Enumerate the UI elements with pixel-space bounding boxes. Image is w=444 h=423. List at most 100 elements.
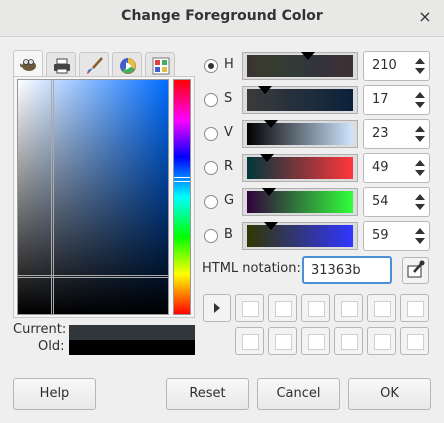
tab-scales-selector[interactable]: [145, 52, 175, 76]
add-to-history-button[interactable]: [203, 294, 231, 322]
spinbutton-s[interactable]: 17: [363, 85, 430, 115]
channel-label-g: G: [224, 193, 235, 208]
decrement-icon[interactable]: [415, 102, 425, 108]
increment-icon[interactable]: [415, 228, 425, 234]
history-swatch[interactable]: [268, 327, 297, 355]
history-swatch[interactable]: [268, 294, 297, 322]
tab-wheel-selector[interactable]: [112, 52, 142, 76]
crosshair-vertical-inner: [51, 80, 52, 314]
slider-g[interactable]: [242, 188, 358, 216]
spinbutton-value: 17: [372, 92, 389, 107]
current-color-swatch: [69, 325, 195, 340]
slider-h[interactable]: [242, 52, 358, 80]
decrement-icon[interactable]: [415, 170, 425, 176]
saturation-value-area[interactable]: [17, 79, 169, 315]
spinbutton-value: 210: [372, 58, 397, 73]
spinbutton-value: 23: [372, 126, 389, 141]
spinbutton-v[interactable]: 23: [363, 119, 430, 149]
spinbutton-g[interactable]: 54: [363, 187, 430, 217]
slider-marker[interactable]: [264, 120, 279, 128]
history-swatch[interactable]: [334, 327, 363, 355]
current-label: Current:: [13, 322, 67, 337]
slider-marker[interactable]: [264, 222, 279, 230]
history-swatch[interactable]: [301, 294, 330, 322]
radio-h[interactable]: [204, 59, 218, 73]
increment-icon[interactable]: [415, 92, 425, 98]
slider-gradient: [247, 55, 353, 77]
radio-b[interactable]: [204, 229, 218, 243]
spinbutton-value: 54: [372, 194, 389, 209]
hue-strip[interactable]: [173, 79, 191, 315]
slider-marker[interactable]: [260, 154, 275, 162]
slider-gradient: [247, 225, 353, 247]
radio-s[interactable]: [204, 93, 218, 107]
increment-icon[interactable]: [415, 126, 425, 132]
old-color-swatch: [69, 340, 195, 355]
history-swatch[interactable]: [301, 327, 330, 355]
history-swatch[interactable]: [400, 294, 429, 322]
sv-gradient: [18, 80, 168, 314]
reset-button[interactable]: Reset: [166, 378, 249, 410]
increment-icon[interactable]: [415, 58, 425, 64]
slider-marker[interactable]: [262, 188, 277, 196]
spin-arrows: [409, 188, 429, 216]
channel-label-r: R: [224, 159, 234, 174]
history-swatch[interactable]: [334, 294, 363, 322]
spinbutton-value: 59: [372, 228, 389, 243]
cancel-button[interactable]: Cancel: [257, 378, 340, 410]
crosshair-horizontal: [18, 275, 168, 276]
hue-marker[interactable]: [174, 177, 190, 182]
crosshair-horizontal-inner: [18, 277, 168, 278]
increment-icon[interactable]: [415, 194, 425, 200]
decrement-icon[interactable]: [415, 204, 425, 210]
html-notation-label: HTML notation:: [202, 261, 301, 276]
spin-arrows: [409, 154, 429, 182]
eyedropper-icon: [407, 260, 425, 278]
history-swatch[interactable]: [235, 327, 264, 355]
old-label: Old:: [38, 339, 65, 354]
palette-icon: [152, 57, 170, 75]
history-swatch[interactable]: [235, 294, 264, 322]
ok-button[interactable]: OK: [348, 378, 431, 410]
tab-cmyk-selector[interactable]: [46, 52, 76, 76]
tab-gimp-selector[interactable]: [13, 50, 43, 77]
html-notation-input[interactable]: 31363b: [302, 256, 392, 284]
history-swatch[interactable]: [400, 327, 429, 355]
spin-arrows: [409, 52, 429, 80]
spinbutton-value: 49: [372, 160, 389, 175]
spin-arrows: [409, 86, 429, 114]
decrement-icon[interactable]: [415, 238, 425, 244]
slider-marker[interactable]: [301, 52, 316, 60]
slider-s[interactable]: [242, 86, 358, 114]
color-wheel-icon: [120, 58, 136, 74]
color-picker-button[interactable]: [402, 257, 429, 284]
history-swatch[interactable]: [367, 294, 396, 322]
title-bar: Change Foreground Color ×: [0, 0, 444, 37]
spinbutton-r[interactable]: 49: [363, 153, 430, 183]
slider-b[interactable]: [242, 222, 358, 250]
history-swatch[interactable]: [367, 327, 396, 355]
printer-icon: [54, 58, 70, 74]
radio-r[interactable]: [204, 161, 218, 175]
channel-label-b: B: [224, 227, 233, 242]
channel-label-h: H: [224, 57, 234, 72]
channel-label-s: S: [224, 91, 233, 106]
gimp-wilber-icon: [20, 59, 36, 71]
slider-gradient: [247, 123, 353, 145]
slider-r[interactable]: [242, 154, 358, 182]
decrement-icon[interactable]: [415, 136, 425, 142]
close-icon[interactable]: ×: [414, 6, 436, 28]
help-button[interactable]: Help: [13, 378, 96, 410]
spinbutton-h[interactable]: 210: [363, 51, 430, 81]
window-title: Change Foreground Color: [121, 8, 323, 24]
slider-v[interactable]: [242, 120, 358, 148]
increment-icon[interactable]: [415, 160, 425, 166]
decrement-icon[interactable]: [415, 68, 425, 74]
slider-marker[interactable]: [258, 86, 273, 94]
tab-watercolor-selector[interactable]: [79, 52, 109, 76]
crosshair-vertical: [53, 80, 54, 314]
spinbutton-b[interactable]: 59: [363, 221, 430, 251]
radio-v[interactable]: [204, 127, 218, 141]
radio-g[interactable]: [204, 195, 218, 209]
channel-label-v: V: [224, 125, 233, 140]
